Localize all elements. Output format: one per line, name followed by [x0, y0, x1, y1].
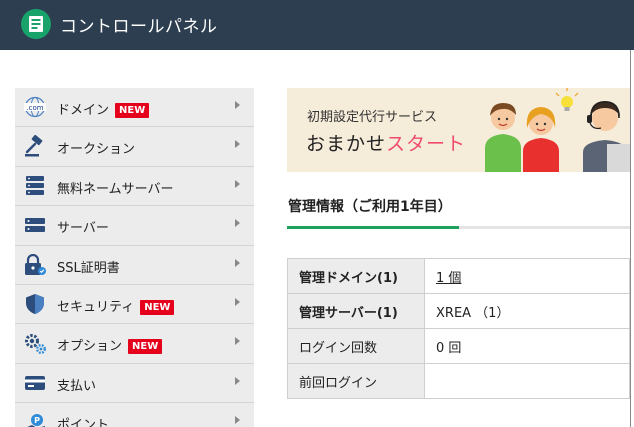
usage-progress-fill — [287, 226, 459, 229]
sidebar-item-label: 支払い — [57, 378, 97, 394]
chevron-right-icon — [235, 179, 240, 188]
row-label-managed-domains: 管理ドメイン(1) — [287, 258, 425, 294]
sidebar-item-point[interactable]: P ポイント — [15, 403, 254, 427]
banner-title: おまかせスタート — [306, 129, 466, 156]
top-header: コントロールパネル — [0, 0, 634, 50]
table-row: 管理ドメイン(1) 1 個 — [287, 258, 630, 294]
sidebar-item-label: ドメイン — [57, 103, 110, 118]
row-value-managed-domains: 1 個 — [424, 258, 630, 294]
sidebar-menu: .com ドメイン NEW オークション 無料ネームサーバー サーバー SSL証明… — [15, 88, 254, 427]
management-info-title: 管理情報（ご利用1年目） — [288, 199, 452, 215]
sidebar-item-security[interactable]: セキュリティ NEW — [15, 284, 254, 325]
sidebar-item-label: SSL証明書 — [57, 260, 120, 276]
new-badge: NEW — [115, 103, 150, 118]
window-edge — [630, 50, 631, 427]
support-staff-illustration — [485, 88, 630, 172]
dotcom-globe-icon: .com — [23, 96, 47, 118]
chevron-right-icon — [235, 101, 240, 109]
new-badge: NEW — [140, 299, 175, 315]
chevron-right-icon — [235, 297, 240, 306]
sidebar-item-ssl[interactable]: SSL証明書 — [15, 245, 254, 285]
banner-title-accent: スタート — [386, 133, 467, 155]
sidebar-item-label: オプション — [57, 339, 123, 355]
sidebar-item-label: サーバー — [57, 221, 109, 237]
row-value-login-count: 0 回 — [424, 328, 630, 364]
chevron-right-icon — [235, 416, 240, 425]
server-icon — [23, 214, 47, 236]
table-row: 前回ログイン — [287, 363, 630, 399]
banner-subtitle: 初期設定代行サービス — [307, 110, 438, 125]
table-row: 管理サーバー(1) XREA （1） — [287, 293, 630, 329]
omakase-start-banner[interactable]: 初期設定代行サービス おまかせスタート — [287, 88, 630, 172]
svg-text:.com: .com — [26, 104, 43, 112]
sidebar-item-label: オークション — [57, 142, 136, 158]
row-label-managed-servers: 管理サーバー(1) — [287, 293, 425, 329]
chevron-right-icon — [235, 337, 240, 346]
sidebar-item-label: ポイント — [57, 418, 110, 427]
sidebar-item-auction[interactable]: オークション — [15, 127, 254, 167]
gavel-icon — [23, 135, 47, 157]
row-label-last-login: 前回ログイン — [287, 363, 425, 399]
usage-progress-bar — [287, 226, 630, 229]
row-value-last-login — [424, 363, 630, 399]
chevron-right-icon — [235, 140, 240, 149]
gears-icon — [23, 332, 47, 355]
chevron-right-icon — [235, 376, 240, 385]
chevron-right-icon — [235, 258, 240, 267]
shield-icon — [23, 293, 47, 315]
sidebar-item-label: 無料ネームサーバー — [57, 181, 174, 197]
control-panel-logo-icon[interactable] — [21, 9, 51, 39]
chevron-right-icon — [235, 219, 240, 228]
credit-card-icon — [23, 372, 47, 394]
banner-title-main: おまかせ — [306, 133, 387, 155]
page-title: コントロールパネル — [60, 17, 218, 37]
managed-domains-link[interactable]: 1 個 — [436, 271, 461, 286]
row-value-managed-servers: XREA （1） — [424, 293, 630, 329]
server-stack-icon — [23, 175, 47, 197]
sidebar-item-payment[interactable]: 支払い — [15, 363, 254, 404]
svg-text:P: P — [34, 416, 40, 425]
ssl-lock-icon — [23, 253, 47, 276]
table-row: ログイン回数 0 回 — [287, 328, 630, 364]
management-info-table: 管理ドメイン(1) 1 個 管理サーバー(1) XREA （1） ログイン回数 … — [287, 258, 630, 399]
sidebar-item-server[interactable]: サーバー — [15, 206, 254, 246]
new-badge: NEW — [128, 339, 163, 355]
point-icon: P — [23, 411, 47, 427]
sidebar-item-option[interactable]: オプション NEW — [15, 324, 254, 364]
sidebar-item-free-nameserver[interactable]: 無料ネームサーバー — [15, 166, 254, 207]
sidebar-item-domain[interactable]: .com ドメイン NEW — [15, 88, 254, 128]
row-label-login-count: ログイン回数 — [287, 328, 425, 364]
sidebar-item-label: セキュリティ — [57, 299, 135, 315]
